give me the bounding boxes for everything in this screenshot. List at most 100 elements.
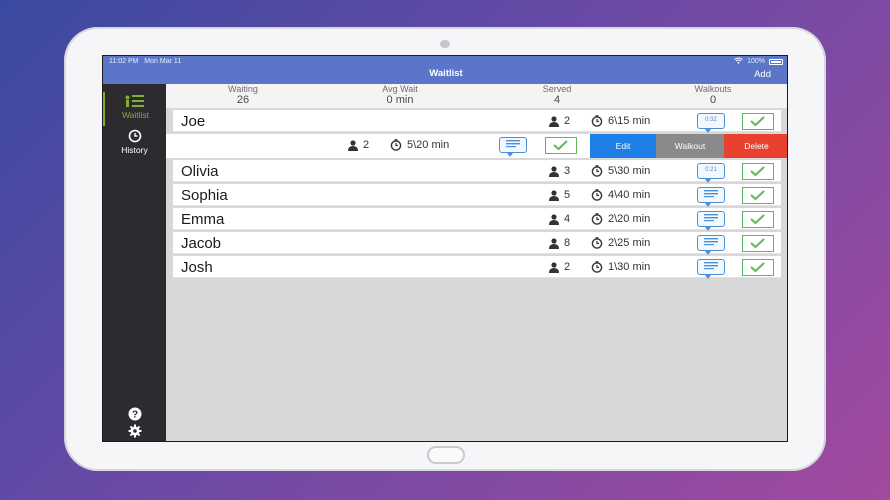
person-icon — [548, 189, 560, 201]
checkmark-icon — [750, 166, 765, 177]
timer-icon — [591, 237, 603, 249]
message-icon[interactable] — [499, 137, 527, 157]
message-lines-icon — [506, 140, 520, 148]
message-icon[interactable] — [697, 187, 725, 207]
checkmark-icon — [750, 262, 765, 273]
checkmark-icon — [553, 140, 568, 151]
help-button[interactable]: ? — [103, 407, 166, 423]
checkmark-icon — [750, 190, 765, 201]
help-icon: ? — [103, 407, 166, 421]
sidebar-item-label: History — [121, 145, 148, 155]
person-icon — [548, 237, 560, 249]
guest-name: Olivia — [181, 163, 219, 180]
seat-checkmark-button[interactable] — [742, 235, 774, 252]
message-lines-icon — [704, 262, 718, 270]
party-size-value: 5 — [564, 189, 571, 201]
message-icon[interactable] — [697, 211, 725, 231]
stat-waiting: Waiting 26 — [188, 84, 298, 106]
stats-bar: Waiting 26 Avg Wait 0 min Served 4 Walko… — [166, 84, 787, 108]
stat-label: Walkouts — [694, 84, 732, 94]
message-icon[interactable] — [697, 259, 725, 279]
wait-time: 1\30 min — [591, 261, 650, 273]
table-row[interactable]: Joe 2 6\15 min 0:32 — [173, 110, 781, 133]
stat-value: 0 min — [386, 94, 414, 106]
wait-time: 5\30 min — [591, 165, 650, 177]
timer-icon — [591, 115, 603, 127]
person-icon — [548, 261, 560, 273]
history-icon — [103, 129, 166, 143]
table-row[interactable]: Jacob 8 2\25 min — [173, 232, 781, 255]
message-icon[interactable]: 0:21 — [697, 163, 725, 183]
sidebar-item-history[interactable]: History — [103, 129, 166, 157]
stat-value: 26 — [236, 94, 250, 106]
timer-icon — [591, 189, 603, 201]
page-title: Waitlist — [429, 68, 463, 79]
party-size: 4 — [548, 213, 570, 225]
message-lines-icon — [704, 214, 718, 222]
guest-name: Josh — [181, 259, 213, 276]
navigation-bar: 11:02 PM Mon Mar 11 100% Waitlist Add — [103, 56, 787, 84]
battery-percent: 100% — [747, 58, 765, 65]
stat-value: 4 — [553, 94, 561, 106]
wait-time: 2\25 min — [591, 237, 650, 249]
edit-button[interactable]: Edit — [590, 134, 656, 158]
seat-checkmark-button[interactable] — [742, 163, 774, 180]
settings-button[interactable] — [103, 424, 166, 440]
wait-time-value: 2\20 min — [608, 213, 651, 225]
party-size: 5 — [548, 189, 570, 201]
party-size: 2 — [548, 115, 570, 127]
wait-time-value: 2\25 min — [608, 237, 651, 249]
guest-name: Jacob — [181, 235, 222, 252]
seat-checkmark-button[interactable] — [742, 259, 774, 276]
party-size-value: 2 — [564, 261, 571, 273]
walkout-button[interactable]: Walkout — [656, 134, 724, 158]
message-icon[interactable] — [697, 235, 725, 255]
seat-checkmark-button[interactable] — [742, 187, 774, 204]
party-size: 8 — [548, 237, 570, 249]
wait-time: 4\40 min — [591, 189, 650, 201]
wait-time-value: 5\30 min — [608, 165, 651, 177]
swiped-row[interactable]: 2 5\20 min Edit Walkout Delete — [166, 134, 787, 158]
waitlist-icon — [105, 94, 166, 108]
stat-label: Waiting — [228, 84, 258, 94]
wait-time-value: 4\40 min — [608, 189, 651, 201]
timer-icon — [591, 213, 603, 225]
party-size-value: 2 — [564, 115, 571, 127]
home-button[interactable] — [427, 446, 465, 464]
table-row[interactable]: Sophia 5 4\40 min — [173, 184, 781, 207]
table-row[interactable]: Josh 2 1\30 min — [173, 256, 781, 279]
checkmark-icon — [750, 214, 765, 225]
seat-checkmark-button[interactable] — [742, 211, 774, 228]
battery-icon — [769, 58, 783, 65]
waitlist-panel: Waiting 26 Avg Wait 0 min Served 4 Walko… — [166, 84, 787, 441]
status-date-text: Mon Mar 11 — [144, 58, 182, 65]
gear-icon — [103, 424, 166, 438]
message-icon[interactable]: 0:32 — [697, 113, 725, 133]
status-time-text: 11:02 PM — [109, 58, 139, 65]
timer-icon — [591, 261, 603, 273]
stat-walkouts: Walkouts 0 — [658, 84, 768, 106]
wait-time-value: 1\30 min — [608, 261, 651, 273]
party-size-value: 3 — [564, 165, 571, 177]
stat-label: Served — [542, 84, 572, 94]
wait-time: 6\15 min — [591, 115, 650, 127]
party-size-value: 8 — [564, 237, 571, 249]
add-button[interactable]: Add — [754, 69, 771, 80]
message-lines-icon — [704, 238, 718, 246]
party-size: 2 — [347, 139, 369, 151]
seat-checkmark-button[interactable] — [545, 137, 577, 154]
table-row[interactable]: Emma 4 2\20 min — [173, 208, 781, 231]
wait-time-value: 5\20 min — [407, 139, 450, 151]
delete-button[interactable]: Delete — [724, 134, 787, 158]
table-row[interactable]: 2 5\20 min — [166, 134, 590, 158]
wait-time-value: 6\15 min — [608, 115, 651, 127]
svg-text:?: ? — [131, 410, 137, 421]
timer-icon — [390, 139, 402, 151]
table-row[interactable]: Olivia 3 5\30 min 0:21 — [173, 160, 781, 183]
seat-checkmark-button[interactable] — [742, 113, 774, 130]
app-screen: 11:02 PM Mon Mar 11 100% Waitlist Add Wa… — [102, 55, 788, 442]
sidebar-item-waitlist[interactable]: Waitlist — [103, 92, 166, 126]
wifi-icon — [734, 57, 743, 66]
sidebar-item-label: Waitlist — [121, 110, 150, 120]
message-lines-icon — [704, 190, 718, 198]
